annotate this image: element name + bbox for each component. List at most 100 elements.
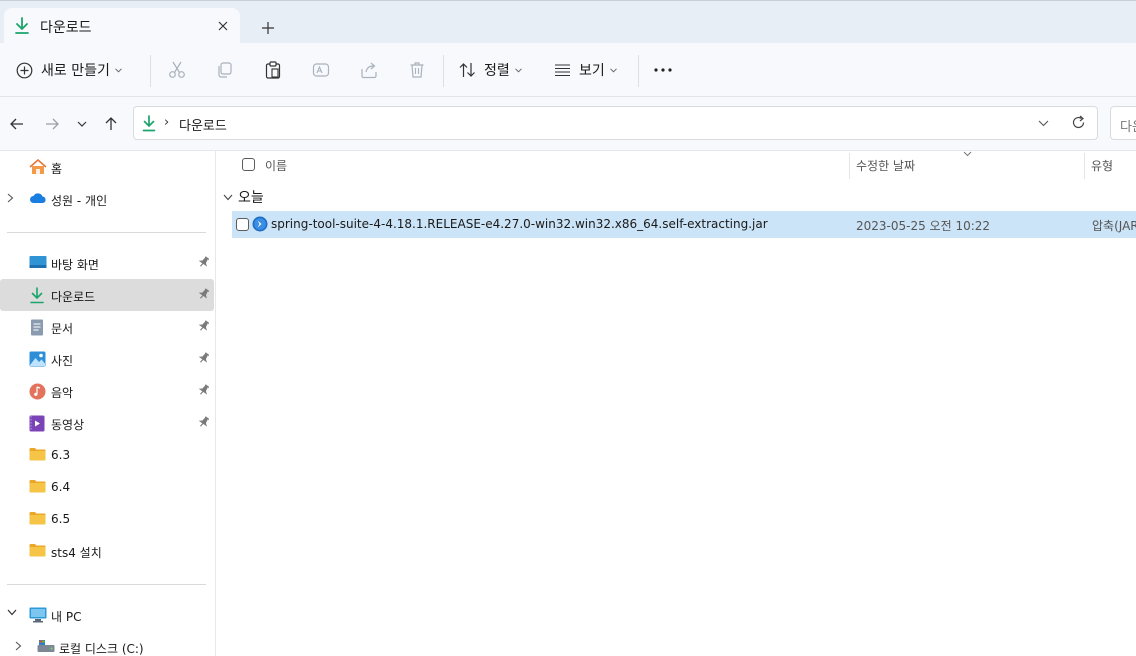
chevron-right-icon[interactable] bbox=[7, 193, 14, 203]
sidebar-item-label: 6.5 bbox=[51, 512, 71, 526]
paste-button[interactable] bbox=[264, 43, 282, 97]
pin-icon[interactable] bbox=[198, 416, 209, 428]
chevron-right-icon[interactable] bbox=[15, 641, 22, 651]
download-icon bbox=[142, 115, 156, 132]
scissors-icon bbox=[168, 61, 186, 79]
forward-arrow-icon[interactable] bbox=[42, 114, 62, 134]
file-modified-date: 2023-05-25 오전 10:22 bbox=[856, 219, 991, 233]
column-header-type-label: 유형 bbox=[1091, 159, 1114, 173]
sidebar-item-label: 문서 bbox=[51, 322, 74, 336]
delete-button[interactable] bbox=[408, 43, 426, 97]
back-arrow-icon[interactable] bbox=[7, 114, 27, 134]
group-label: 오늘 bbox=[238, 190, 264, 206]
sidebar-item-videos[interactable]: 동영상 bbox=[0, 407, 214, 439]
clipboard-icon bbox=[264, 61, 282, 79]
sidebar-item-label: 홈 bbox=[51, 162, 63, 176]
search-input[interactable]: 다운 bbox=[1110, 106, 1136, 140]
column-header-modified-label: 수정한 날짜 bbox=[856, 159, 916, 173]
tab-bar: 다운로드 bbox=[0, 0, 1136, 44]
new-tab-button[interactable] bbox=[258, 18, 278, 38]
column-divider[interactable] bbox=[849, 153, 850, 179]
sidebar-item-label: 로컬 디스크 (C:) bbox=[59, 642, 144, 656]
sidebar-item-local-disk-c[interactable]: 로컬 디스크 (C:) bbox=[0, 631, 214, 656]
file-list: 이름 수정한 날짜 유형 오늘 spring-tool-suite-4-4.18… bbox=[217, 151, 1136, 656]
pin-icon[interactable] bbox=[198, 288, 209, 300]
new-button[interactable]: 새로 만들기 bbox=[16, 43, 122, 97]
pin-icon[interactable] bbox=[198, 256, 209, 268]
sidebar-divider bbox=[7, 232, 206, 233]
group-header-today[interactable]: 오늘 bbox=[223, 187, 264, 207]
sort-button[interactable]: 정렬 bbox=[459, 43, 522, 97]
share-button[interactable] bbox=[360, 43, 378, 97]
close-icon[interactable] bbox=[213, 16, 233, 36]
view-button[interactable]: 보기 bbox=[554, 43, 617, 97]
plus-circle-icon bbox=[16, 62, 33, 79]
new-button-label: 새로 만들기 bbox=[41, 63, 110, 79]
folder-icon bbox=[29, 479, 46, 493]
cut-button[interactable] bbox=[168, 43, 186, 97]
tab-title: 다운로드 bbox=[40, 20, 92, 36]
sidebar-item-label: 사진 bbox=[51, 354, 74, 368]
chevron-down-icon bbox=[223, 194, 233, 201]
address-bar[interactable]: › 다운로드 bbox=[133, 106, 1098, 140]
sidebar-item-home[interactable]: 홈 bbox=[0, 151, 214, 183]
sidebar-item-label: 동영상 bbox=[51, 418, 85, 432]
file-name: spring-tool-suite-4-4.18.1.RELEASE-e4.27… bbox=[271, 217, 768, 231]
chevron-down-icon[interactable] bbox=[1038, 116, 1049, 130]
sidebar-item-folder-6-5[interactable]: 6.5 bbox=[0, 503, 214, 535]
share-icon bbox=[360, 61, 378, 79]
desktop-icon bbox=[29, 255, 47, 269]
sidebar-item-music[interactable]: 음악 bbox=[0, 375, 214, 407]
trash-icon bbox=[408, 61, 426, 79]
list-view-icon bbox=[554, 63, 571, 77]
file-row[interactable]: spring-tool-suite-4-4.18.1.RELEASE-e4.27… bbox=[232, 211, 1136, 238]
refresh-icon[interactable] bbox=[1071, 115, 1086, 130]
breadcrumb-downloads[interactable]: 다운로드 bbox=[179, 115, 227, 134]
view-button-label: 보기 bbox=[579, 63, 605, 79]
column-divider[interactable] bbox=[1084, 153, 1085, 179]
breadcrumb-separator: › bbox=[164, 115, 170, 130]
sort-arrows-icon bbox=[459, 62, 476, 78]
sidebar-item-documents[interactable]: 문서 bbox=[0, 311, 214, 343]
folder-icon bbox=[29, 543, 46, 557]
sidebar-item-folder-6-4[interactable]: 6.4 bbox=[0, 471, 214, 503]
row-checkbox[interactable] bbox=[236, 218, 249, 231]
home-icon bbox=[29, 159, 47, 175]
download-icon bbox=[29, 287, 45, 304]
sidebar-item-downloads[interactable]: 다운로드 bbox=[0, 279, 214, 311]
sort-indicator-chevron-icon bbox=[963, 151, 972, 157]
pin-icon[interactable] bbox=[198, 320, 209, 332]
tab-downloads[interactable]: 다운로드 bbox=[4, 8, 240, 44]
sidebar-item-folder-sts4[interactable]: sts4 설치 bbox=[0, 535, 214, 567]
more-options-button[interactable] bbox=[654, 43, 672, 97]
recent-locations-chevron-icon[interactable] bbox=[72, 114, 92, 134]
rename-icon bbox=[312, 61, 330, 79]
sidebar-item-label: 내 PC bbox=[51, 610, 82, 624]
up-arrow-icon[interactable] bbox=[101, 114, 121, 134]
video-icon bbox=[29, 415, 45, 432]
onedrive-cloud-icon bbox=[29, 191, 47, 205]
disk-icon bbox=[37, 639, 55, 653]
sidebar-item-label: sts4 설치 bbox=[51, 546, 102, 560]
sidebar-item-label: 바탕 화면 bbox=[51, 258, 99, 272]
ellipsis-icon bbox=[654, 68, 672, 72]
pin-icon[interactable] bbox=[198, 352, 209, 364]
sidebar-item-desktop[interactable]: 바탕 화면 bbox=[0, 247, 214, 279]
pin-icon[interactable] bbox=[198, 384, 209, 396]
file-type: 압축(JAR) bbox=[1092, 219, 1136, 233]
chevron-down-icon[interactable] bbox=[7, 609, 17, 616]
copy-button[interactable] bbox=[216, 43, 234, 97]
pc-icon bbox=[29, 607, 47, 623]
music-icon bbox=[29, 383, 46, 400]
command-bar: 새로 만들기 정렬 보기 bbox=[0, 43, 1136, 97]
rename-button[interactable] bbox=[312, 43, 330, 97]
folder-icon bbox=[29, 511, 46, 525]
sidebar-item-onedrive[interactable]: 성원 - 개인 bbox=[0, 183, 214, 215]
address-row: › 다운로드 다운 bbox=[0, 97, 1136, 151]
sidebar-item-this-pc[interactable]: 내 PC bbox=[0, 599, 214, 631]
search-placeholder: 다운 bbox=[1120, 120, 1136, 135]
sidebar-item-pictures[interactable]: 사진 bbox=[0, 343, 214, 375]
sidebar-item-label: 다운로드 bbox=[51, 290, 96, 304]
sidebar-item-folder-6-3[interactable]: 6.3 bbox=[0, 439, 214, 471]
toolbar-divider bbox=[638, 55, 639, 87]
